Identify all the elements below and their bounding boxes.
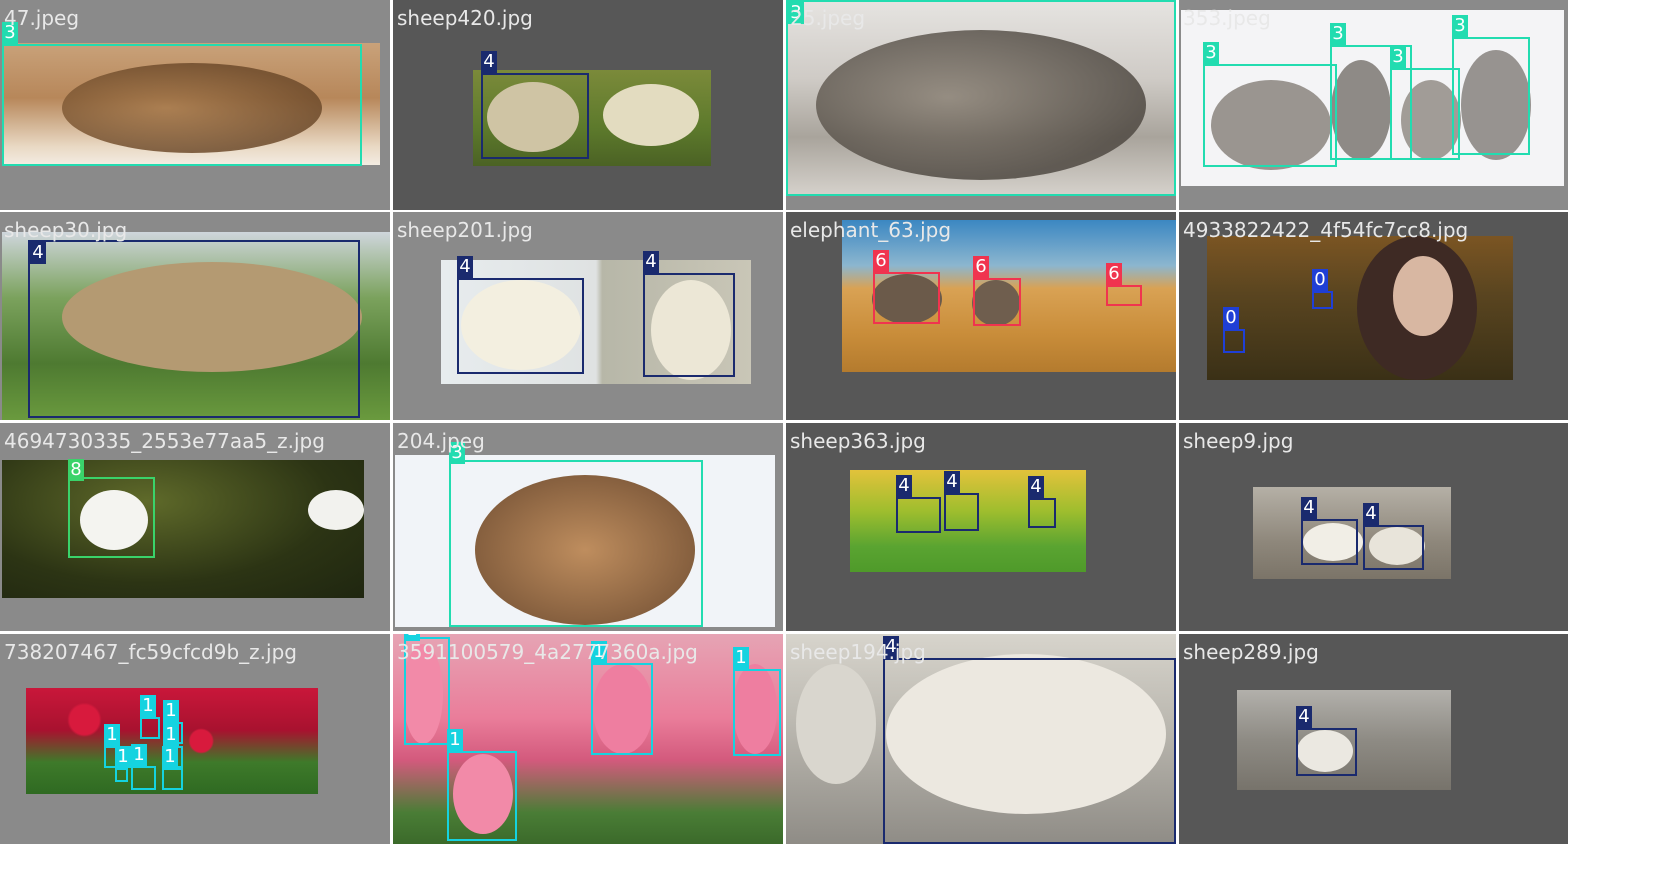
bbox-sheep: 4 (643, 251, 735, 377)
mosaic-grid: 3 47.jpeg 4 sheep420.jpg 3 25.jpeg 3 3 3… (0, 0, 1568, 844)
bbox-label: 4 (481, 51, 497, 73)
bbox-label: 3 (1203, 42, 1219, 64)
bbox-sheep: 4 (481, 51, 589, 159)
bbox-label: 1 (162, 746, 178, 768)
bbox-sheep: 4 (28, 240, 360, 418)
bbox-tulip: 1 (733, 647, 781, 756)
filename-label: sheep363.jpg (790, 429, 926, 453)
bbox-label: 1 (447, 729, 463, 751)
bbox-sunflower: 0 (1223, 307, 1245, 353)
bbox-label: 8 (68, 459, 84, 481)
bbox-label: 1 (404, 634, 420, 641)
bbox-tulip: 1 (591, 641, 653, 755)
bbox-label: 3 (449, 442, 465, 464)
tile-sheep420: 4 sheep420.jpg (393, 0, 783, 210)
tile-sheep194: 4 sheep194.jpg (786, 634, 1176, 844)
bbox-sheep: 4 (944, 471, 979, 531)
bbox-tulip: 1 (404, 634, 450, 745)
tile-tulip-field: 1 1 1 1 1 1 1 738207467_fc59cfcd9b_z.jpg (0, 634, 390, 844)
bbox-label: 4 (1296, 706, 1312, 728)
bbox-label: 6 (873, 250, 889, 272)
bbox-label: 3 (2, 22, 18, 44)
bbox-sheep: 4 (1028, 476, 1056, 528)
bbox-kitten: 3 (1203, 42, 1337, 167)
tile-cat-47: 3 47.jpeg (0, 0, 390, 210)
tile-sheep201: 4 4 sheep201.jpg (393, 212, 783, 420)
filename-label: 4694730335_2553e77aa5_z.jpg (4, 429, 325, 453)
bbox-cat: 3 (786, 0, 1176, 196)
filename-label: 738207467_fc59cfcd9b_z.jpg (4, 640, 297, 664)
bbox-label: 0 (1312, 269, 1328, 291)
bbox-cat: 3 (449, 442, 703, 627)
bbox-label: 1 (115, 746, 131, 768)
filename-label: sheep201.jpg (397, 218, 533, 242)
bbox-sunflower: 0 (1312, 269, 1333, 309)
bbox-label: 1 (140, 695, 156, 717)
bbox-label: 1 (733, 647, 749, 669)
bbox-elephant: 6 (873, 250, 940, 324)
bbox-kitten: 3 (1452, 15, 1530, 155)
tile-elephant63: 6 6 6 elephant_63.jpg (786, 212, 1176, 420)
tile-cat-25: 3 25.jpeg (786, 0, 1176, 210)
bbox-label: 3 (788, 2, 804, 24)
bbox-label: 4 (1363, 503, 1379, 525)
bbox-sheep: 4 (457, 256, 584, 374)
tile-sheep30: 4 sheep30.jpg (0, 212, 390, 420)
bbox-label: 1 (163, 724, 179, 746)
bbox-label: 4 (457, 256, 473, 278)
bbox-elephant: 6 (1106, 263, 1142, 306)
bbox-sheep: 4 (1363, 503, 1424, 570)
daisy-photo (2, 460, 364, 598)
bbox-label: 4 (883, 636, 899, 658)
tile-cat-204: 3 204.jpeg (393, 423, 783, 631)
bbox-tulip: 1 (162, 746, 183, 790)
bbox-sheep: 4 (1301, 497, 1358, 565)
bbox-tulip: 1 (131, 744, 156, 790)
bbox-cat: 3 (2, 22, 362, 166)
tile-sheep9: 4 4 sheep9.jpg (1179, 423, 1568, 631)
tile-kittens-353: 3 3 3 3 353.jpeg (1179, 0, 1568, 210)
tile-daisy: 8 4694730335_2553e77aa5_z.jpg (0, 423, 390, 631)
bbox-label: 4 (1028, 476, 1044, 498)
filename-label: 204.jpeg (397, 429, 485, 453)
sunflower-photo (1207, 236, 1513, 380)
bbox-label: 0 (1223, 307, 1239, 329)
bbox-label: 4 (1301, 497, 1317, 519)
bbox-label: 1 (104, 724, 120, 746)
bbox-tulip: 1 (115, 746, 131, 782)
bbox-label: 3 (1452, 15, 1468, 37)
tile-sunflower-woman: 0 0 4933822422_4f54fc7cc8.jpg (1179, 212, 1568, 420)
bbox-kitten: 3 (1390, 46, 1460, 160)
bbox-label: 1 (131, 744, 147, 766)
bbox-label: 1 (163, 700, 179, 722)
tile-sheep363: 4 4 4 sheep363.jpg (786, 423, 1176, 631)
bbox-sheep: 4 (1296, 706, 1357, 776)
filename-label: sheep9.jpg (1183, 429, 1294, 453)
filename-label: sheep420.jpg (397, 6, 533, 30)
bbox-label: 3 (1330, 23, 1346, 45)
bbox-label: 4 (896, 475, 912, 497)
bbox-label: 6 (973, 256, 989, 278)
bbox-sheep: 4 (896, 475, 941, 533)
bbox-label: 4 (944, 471, 960, 493)
bbox-label: 4 (643, 251, 659, 273)
tile-sheep289: 4 sheep289.jpg (1179, 634, 1568, 844)
bbox-sheep: 4 (883, 636, 1176, 844)
bbox-label: 1 (591, 641, 607, 663)
filename-label: sheep289.jpg (1183, 640, 1319, 664)
bbox-daisy: 8 (68, 459, 155, 558)
bbox-elephant: 6 (973, 256, 1021, 326)
bbox-tulip: 1 (447, 729, 517, 841)
bbox-label: 6 (1106, 263, 1122, 285)
bbox-label: 4 (30, 242, 46, 264)
bbox-label: 3 (1390, 46, 1406, 68)
bbox-tulip: 1 (140, 695, 160, 739)
tile-tulips-closeup: 1 1 1 1 3591100579_4a2777360a.jpg (393, 634, 783, 844)
